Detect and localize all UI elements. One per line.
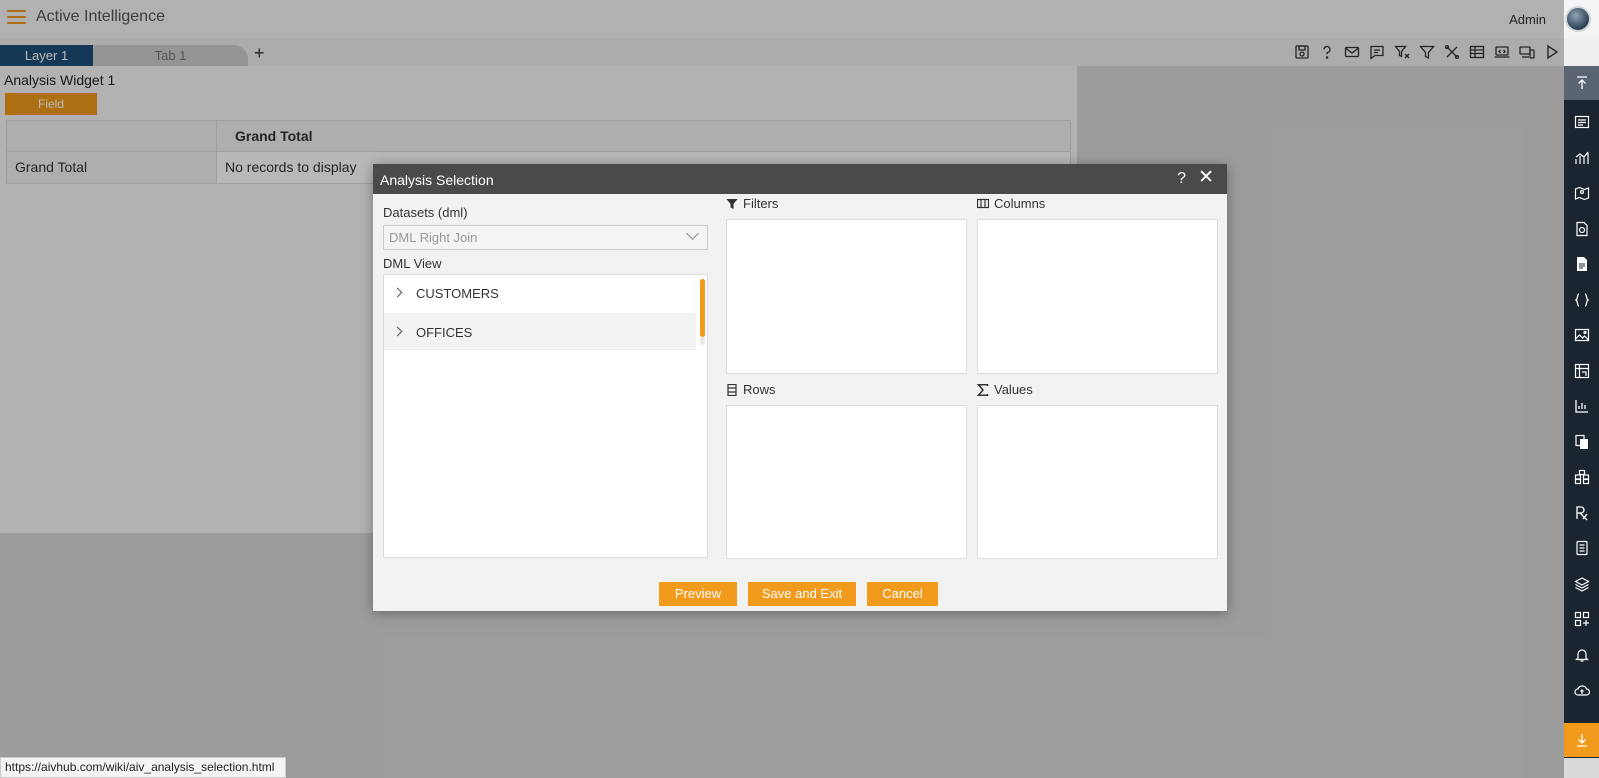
move-top-icon[interactable] xyxy=(1564,66,1599,100)
image-icon[interactable] xyxy=(1564,318,1599,352)
upload-icon[interactable] xyxy=(1564,673,1599,707)
code-icon[interactable] xyxy=(1564,283,1599,317)
rows-label: Rows xyxy=(743,382,776,397)
dml-view-label: DML View xyxy=(383,256,442,271)
right-sidebar xyxy=(1564,66,1599,758)
alert-icon[interactable] xyxy=(1564,638,1599,672)
values-dropzone[interactable] xyxy=(977,405,1218,559)
preview-button[interactable]: Preview xyxy=(659,582,737,606)
tree-scrollbar-track[interactable] xyxy=(700,337,705,345)
map-icon[interactable] xyxy=(1564,176,1599,210)
document-icon[interactable] xyxy=(1564,247,1599,281)
tree-item-label: OFFICES xyxy=(416,325,473,340)
chevron-right-icon[interactable] xyxy=(392,287,403,298)
tree-item-offices[interactable]: OFFICES xyxy=(384,313,696,350)
filters-header: Filters xyxy=(726,196,778,211)
analysis-selection-dialog: Analysis Selection ? ✕ Datasets (dml) DM… xyxy=(373,164,1227,611)
dialog-header: Analysis Selection ? ✕ xyxy=(373,164,1227,194)
list-widget-icon[interactable] xyxy=(1564,105,1599,139)
filters-label: Filters xyxy=(743,196,779,211)
values-label: Values xyxy=(994,382,1033,397)
cancel-button[interactable]: Cancel xyxy=(867,582,938,606)
chevron-right-icon[interactable] xyxy=(392,326,403,337)
columns-label: Columns xyxy=(994,196,1046,211)
form-icon[interactable] xyxy=(1564,531,1599,565)
chart-icon[interactable] xyxy=(1564,141,1599,175)
datasets-label: Datasets (dml) xyxy=(383,205,468,220)
pivot-icon[interactable] xyxy=(1564,354,1599,388)
layers-icon[interactable] xyxy=(1564,567,1599,601)
bar-chart-icon[interactable] xyxy=(1564,389,1599,423)
status-url: https://aivhub.com/wiki/aiv_analysis_sel… xyxy=(0,757,286,778)
dialog-help-icon[interactable]: ? xyxy=(1177,170,1186,188)
rows-dropzone[interactable] xyxy=(726,405,967,559)
dialog-title: Analysis Selection xyxy=(380,172,494,188)
rows-header: Rows xyxy=(726,382,776,397)
datasets-selected-value: DML Right Join xyxy=(389,230,478,245)
datasets-select[interactable]: DML Right Join xyxy=(383,225,708,250)
tree-item-label: CUSTOMERS xyxy=(416,286,499,301)
filter-icon xyxy=(726,198,738,209)
formula-icon[interactable] xyxy=(1564,496,1599,530)
report-icon[interactable] xyxy=(1564,212,1599,246)
filters-dropzone[interactable] xyxy=(726,219,967,374)
sigma-icon xyxy=(977,383,989,396)
columns-header: Columns xyxy=(977,196,1045,211)
columns-dropzone[interactable] xyxy=(977,219,1218,374)
values-header: Values xyxy=(977,382,1033,397)
group-icon[interactable] xyxy=(1564,460,1599,494)
chevron-down-icon xyxy=(686,227,699,240)
avatar[interactable] xyxy=(1565,6,1591,32)
add-widget-icon[interactable] xyxy=(1564,602,1599,636)
rows-icon xyxy=(727,383,737,396)
copy-icon[interactable] xyxy=(1564,425,1599,459)
dialog-close-icon[interactable]: ✕ xyxy=(1198,168,1214,187)
tree-scrollbar-thumb[interactable] xyxy=(700,279,705,337)
tree-item-customers[interactable]: CUSTOMERS xyxy=(384,275,696,312)
download-icon[interactable] xyxy=(1564,723,1599,757)
columns-icon xyxy=(977,198,989,208)
save-and-exit-button[interactable]: Save and Exit xyxy=(748,582,856,606)
dml-view-tree: CUSTOMERS OFFICES xyxy=(383,274,708,558)
